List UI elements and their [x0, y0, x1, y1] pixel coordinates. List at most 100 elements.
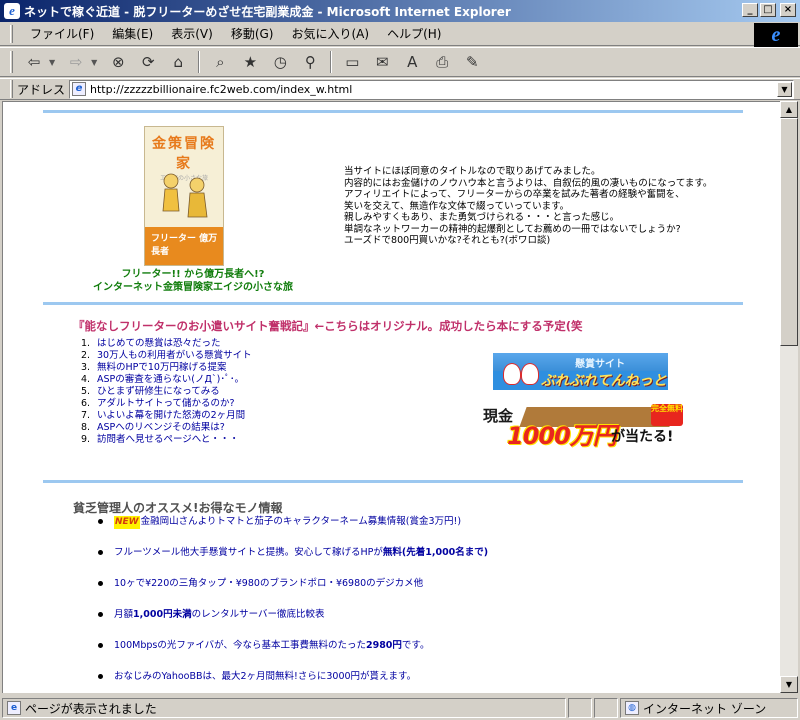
- list-item[interactable]: 3. 無料のHPで10万円稼げる提案: [81, 362, 252, 374]
- menu-favorites[interactable]: お気に入り(A): [282, 23, 378, 44]
- mascot-icon: [521, 363, 539, 385]
- episode-link[interactable]: 30万人もの利用者がいる懸賞サイト: [97, 350, 252, 361]
- intro-line: 笑いを交えて、無造作な文体で綴っていっています。: [344, 200, 570, 212]
- forward-icon[interactable]: ⇨: [63, 50, 89, 74]
- list-item[interactable]: 100Mbpsの光ファイバが、今なら基本工事費無料のたった2980円です。: [98, 639, 488, 670]
- episode-link[interactable]: ひとまず研修生になってみる: [97, 386, 220, 397]
- menu-grip[interactable]: [10, 24, 13, 43]
- banner-site-name: ぶれぶれてんねっと: [541, 373, 667, 389]
- bullet-icon: [98, 674, 103, 679]
- menu-view[interactable]: 表示(V): [162, 23, 222, 44]
- menu-go[interactable]: 移動(G): [222, 23, 283, 44]
- zone-label: インターネット ゾーン: [643, 701, 767, 716]
- list-item[interactable]: フルーツメール他大手懸賞サイトと提携。安心して稼げるHPが無料(先着1,000名…: [98, 546, 488, 577]
- list-item[interactable]: 1. はじめての懸賞は恐々だった: [81, 338, 252, 350]
- vertical-scrollbar[interactable]: ▲ ▼: [780, 101, 798, 693]
- globe-icon: ◍: [625, 701, 639, 715]
- intro-line: 内容的にはお金儲けのノウハウ本と言うよりは、自叙伝的風の凄いものになってます。: [344, 177, 713, 189]
- address-bar: アドレス e ▼: [0, 78, 800, 100]
- recommend-link-bold[interactable]: 1,000円未満: [133, 609, 192, 620]
- episode-link[interactable]: いよいよ幕を開けた怒涛の2ヶ月間: [97, 410, 245, 421]
- episode-link[interactable]: 訪問者へ見せるページへと・・・: [97, 434, 239, 445]
- list-item[interactable]: NEW 金融岡山さんよりトマトと茄子のキャラクターネーム募集情報(賞金3万円!): [98, 515, 488, 546]
- recommend-link-bold[interactable]: 2980円: [366, 640, 402, 651]
- search-icon[interactable]: ⌕: [207, 50, 233, 74]
- page-done-icon: e: [7, 701, 21, 715]
- channels-icon[interactable]: ⚲: [297, 50, 323, 74]
- maximize-button[interactable]: □: [760, 3, 776, 17]
- fullscreen-icon[interactable]: ▭: [339, 50, 365, 74]
- address-label: アドレス: [17, 82, 66, 97]
- recommend-link[interactable]: おなじみのYahooBBは、最大2ヶ月間無料!さらに3000円が貰えます。: [114, 671, 416, 682]
- recommend-link[interactable]: のレンタルサーバー徹底比較表: [192, 609, 325, 620]
- address-grip[interactable]: [10, 80, 13, 98]
- ie-throbber-logo: e: [754, 23, 798, 47]
- intro-line: ユーズドで800円買いかな?それとも?(ボワロ談): [344, 235, 551, 246]
- address-input[interactable]: [90, 82, 711, 96]
- recommend-link[interactable]: 10ヶで¥220の三角タップ・¥980のブランドポロ・¥6980のデジカメ他: [114, 578, 423, 589]
- list-item[interactable]: 10ヶで¥220の三角タップ・¥980のブランドポロ・¥6980のデジカメ他: [98, 577, 488, 608]
- list-item[interactable]: 9. 訪問者へ見せるページへと・・・: [81, 434, 252, 446]
- list-item[interactable]: 5. ひとまず研修生になってみる: [81, 386, 252, 398]
- list-item[interactable]: 2. 30万人もの利用者がいる懸賞サイト: [81, 350, 252, 362]
- menu-edit[interactable]: 編集(E): [103, 23, 162, 44]
- minimize-button[interactable]: _: [742, 3, 758, 17]
- back-icon[interactable]: ⇦: [21, 50, 47, 74]
- print-icon[interactable]: ⎙: [429, 50, 455, 74]
- edit-icon[interactable]: ✎: [459, 50, 485, 74]
- recommend-link[interactable]: フルーツメール他大手懸賞サイトと提携。安心して稼げるHPが: [114, 547, 383, 558]
- episode-link[interactable]: ASPの審査を通らない(ノД`)･ﾟ･｡: [97, 374, 239, 385]
- recommend-link[interactable]: 金融岡山さんよりトマトと茄子のキャラクターネーム募集情報(賞金3万円!): [141, 516, 461, 527]
- home-icon[interactable]: ⌂: [165, 50, 191, 74]
- toolbar-separator: [330, 51, 333, 73]
- ie-window-icon[interactable]: e: [4, 3, 20, 19]
- book-illustration: [162, 173, 208, 218]
- forward-dropdown-icon[interactable]: ▼: [91, 58, 97, 67]
- back-dropdown-icon[interactable]: ▼: [49, 58, 55, 67]
- bullet-icon: [98, 550, 103, 555]
- episode-link[interactable]: 無料のHPで10万円稼げる提案: [97, 362, 226, 373]
- divider: [43, 302, 743, 305]
- banner-amount: 1000万円: [507, 422, 617, 449]
- window-title: ネットで稼ぐ近道 - 脱フリーターめざせ在宅副業成金 - Microsoft I…: [24, 4, 511, 19]
- list-item[interactable]: 8. ASPへのリベンジその結果は?: [81, 422, 252, 434]
- status-cell: [568, 698, 592, 718]
- refresh-icon[interactable]: ⟳: [135, 50, 161, 74]
- history-icon[interactable]: ◷: [267, 50, 293, 74]
- close-button[interactable]: ×: [780, 3, 796, 17]
- episode-link[interactable]: ASPへのリベンジその結果は?: [97, 422, 225, 433]
- episode-link[interactable]: はじめての懸賞は恐々だった: [97, 338, 221, 349]
- recommend-link[interactable]: です。: [402, 640, 430, 651]
- list-item[interactable]: 月額1,000円未満のレンタルサーバー徹底比較表: [98, 608, 488, 639]
- toolbar-separator: [198, 51, 201, 73]
- bullet-icon: [98, 519, 103, 524]
- scroll-down-icon[interactable]: ▼: [780, 676, 798, 693]
- cash-prize-banner[interactable]: 現金 1000万円 が当たる! 完全無料: [483, 404, 683, 449]
- list-item[interactable]: おなじみのYahooBBは、最大2ヶ月間無料!さらに3000円が貰えます。: [98, 670, 488, 693]
- list-item[interactable]: 6. アダルトサイトって儲かるのか?: [81, 398, 252, 410]
- book-caption-line1[interactable]: フリーター!! から億万長者へ!?: [63, 268, 323, 281]
- favorites-icon[interactable]: ★: [237, 50, 263, 74]
- address-field[interactable]: e ▼: [69, 79, 794, 99]
- list-item[interactable]: 4. ASPの審査を通らない(ノД`)･ﾟ･｡: [81, 374, 252, 386]
- list-item[interactable]: 7. いよいよ幕を開けた怒涛の2ヶ月間: [81, 410, 252, 422]
- divider: [43, 110, 743, 113]
- prize-site-banner[interactable]: 懸賞サイト ぶれぶれてんねっと: [493, 353, 668, 390]
- book-cover-image[interactable]: 金策冒険家 エイジの小さな旅 フリーター 億万長者: [144, 126, 224, 266]
- scroll-thumb[interactable]: [780, 118, 798, 346]
- book-caption-line2[interactable]: インターネット金策冒険家エイジの小さな旅: [63, 281, 323, 294]
- scroll-up-icon[interactable]: ▲: [780, 101, 798, 118]
- mail-icon[interactable]: ✉: [369, 50, 395, 74]
- stop-icon[interactable]: ⊗: [105, 50, 131, 74]
- recommend-link[interactable]: 100Mbpsの光ファイバが、今なら基本工事費無料のたった: [114, 640, 366, 651]
- book-band: フリーター 億万長者: [145, 227, 223, 265]
- security-zone-panel[interactable]: ◍ インターネット ゾーン: [620, 698, 798, 718]
- menu-file[interactable]: ファイル(F): [21, 23, 103, 44]
- episode-link[interactable]: アダルトサイトって儲かるのか?: [97, 398, 235, 409]
- recommend-link-bold[interactable]: 無料(先着1,000名まで): [383, 547, 488, 558]
- menu-help[interactable]: ヘルプ(H): [378, 23, 450, 44]
- address-dropdown-icon[interactable]: ▼: [777, 81, 792, 97]
- toolbar-grip[interactable]: [10, 51, 13, 73]
- recommend-link[interactable]: 月額: [114, 609, 133, 620]
- font-icon[interactable]: A: [399, 50, 425, 74]
